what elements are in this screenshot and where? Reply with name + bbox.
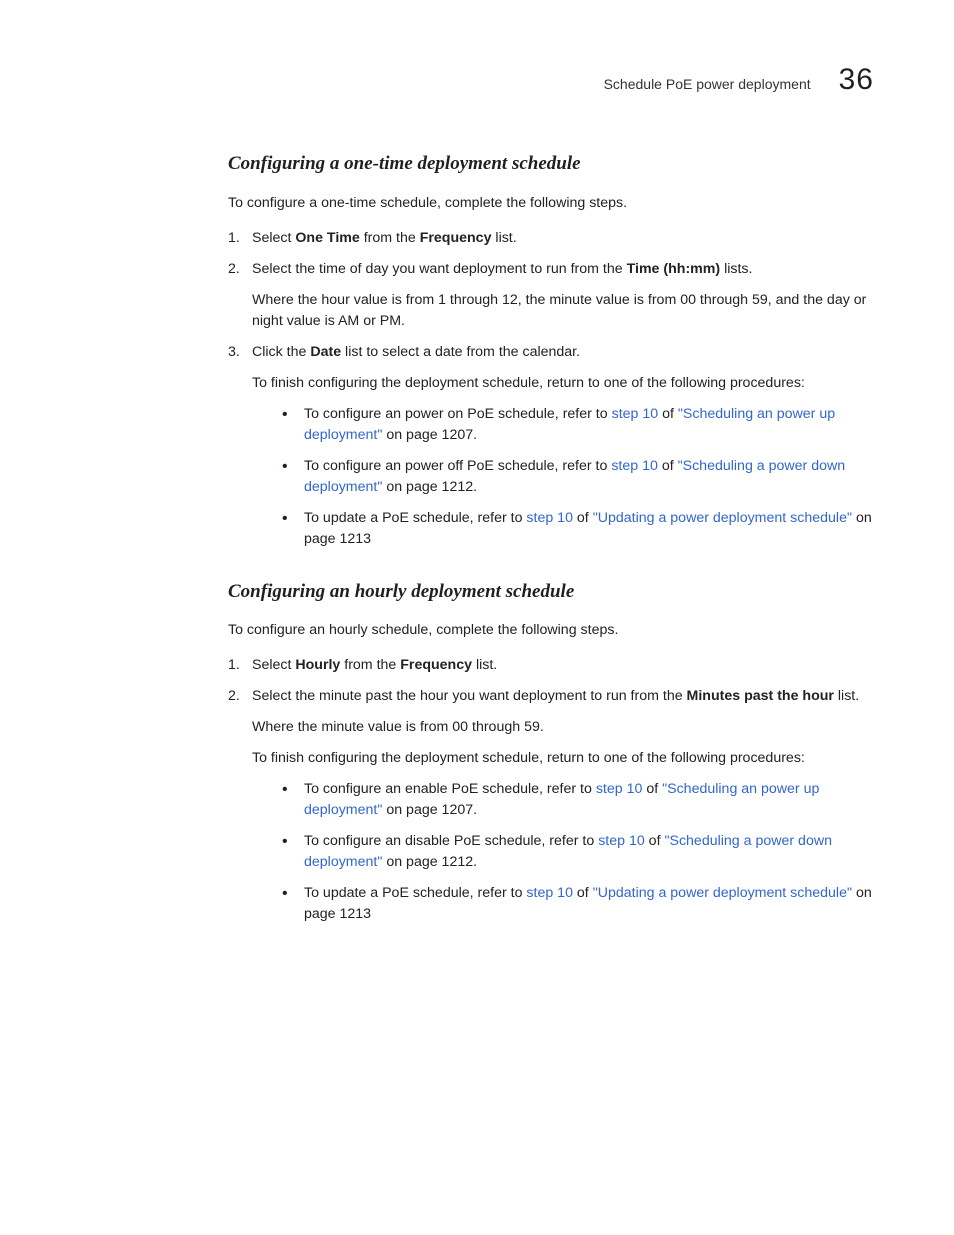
step-sub: Where the minute value is from 00 throug… [252,717,874,738]
text: of [642,781,662,797]
list-item: To configure an disable PoE schedule, re… [282,831,874,873]
list-item: To update a PoE schedule, refer to step … [282,508,874,550]
xref-step-link[interactable]: step 10 [611,458,658,474]
bold-text: Minutes past the hour [687,688,834,704]
text: on page 1212. [382,854,477,870]
text: list. [834,688,859,704]
xref-step-link[interactable]: step 10 [598,833,645,849]
list-item: To configure an power off PoE schedule, … [282,456,874,498]
page: Schedule PoE power deployment 36 Configu… [0,0,954,925]
step-sub: To finish configuring the deployment sch… [252,748,874,769]
step-1: 1. Select One Time from the Frequency li… [228,228,874,249]
list-item: To configure an enable PoE schedule, ref… [282,779,874,821]
step-2: 2. Select the time of day you want deplo… [228,259,874,332]
steps-list: 1. Select Hourly from the Frequency list… [228,655,874,925]
section-heading-hourly: Configuring an hourly deployment schedul… [228,578,874,606]
text: of [645,833,665,849]
step-sub: Where the hour value is from 1 through 1… [252,290,874,332]
bold-text: Time (hh:mm) [627,261,721,277]
text: from the [360,230,420,246]
text: on page 1212. [382,479,477,495]
text: To configure an power on PoE schedule, r… [304,406,612,422]
xref-step-link[interactable]: step 10 [612,406,659,422]
text: list. [491,230,516,246]
text: To update a PoE schedule, refer to [304,510,526,526]
text: Click the [252,344,310,360]
bullet-list: To configure an enable PoE schedule, ref… [252,779,874,925]
text: To configure an disable PoE schedule, re… [304,833,598,849]
text: Select [252,230,295,246]
step-3: 3. Click the Date list to select a date … [228,342,874,550]
text: To configure an power off PoE schedule, … [304,458,611,474]
xref-topic-link[interactable]: "Updating a power deployment schedule" [593,885,852,901]
step-sub: To finish configuring the deployment sch… [252,373,874,394]
bold-text: Hourly [295,657,340,673]
bold-text: Frequency [400,657,472,673]
text: on page 1207. [382,427,477,443]
text: on page 1207. [382,802,477,818]
bullet-list: To configure an power on PoE schedule, r… [252,404,874,550]
text: list to select a date from the calendar. [341,344,580,360]
section-intro: To configure a one-time schedule, comple… [228,193,874,214]
text: To update a PoE schedule, refer to [304,885,526,901]
section-heading-onetime: Configuring a one-time deployment schedu… [228,150,874,178]
text: lists. [720,261,752,277]
list-item: To update a PoE schedule, refer to step … [282,883,874,925]
bold-text: Frequency [420,230,492,246]
step-2: 2. Select the minute past the hour you w… [228,686,874,925]
xref-step-link[interactable]: step 10 [526,885,573,901]
section-hourly: Configuring an hourly deployment schedul… [228,578,874,925]
section-intro: To configure an hourly schedule, complet… [228,620,874,641]
text: To configure an enable PoE schedule, ref… [304,781,596,797]
bold-text: Date [310,344,341,360]
text: of [658,458,678,474]
text: Select [252,657,295,673]
text: Select the minute past the hour you want… [252,688,687,704]
text: of [573,510,593,526]
xref-topic-link[interactable]: "Updating a power deployment schedule" [593,510,852,526]
bold-text: One Time [295,230,359,246]
text: list. [472,657,497,673]
xref-step-link[interactable]: step 10 [596,781,643,797]
step-1: 1. Select Hourly from the Frequency list… [228,655,874,676]
list-item: To configure an power on PoE schedule, r… [282,404,874,446]
xref-step-link[interactable]: step 10 [526,510,573,526]
text: of [658,406,678,422]
header-title: Schedule PoE power deployment [604,74,811,95]
text: Select the time of day you want deployme… [252,261,627,277]
text: of [573,885,593,901]
page-header: Schedule PoE power deployment 36 [228,58,874,102]
steps-list: 1. Select One Time from the Frequency li… [228,228,874,550]
text: from the [340,657,400,673]
chapter-number: 36 [839,58,874,102]
